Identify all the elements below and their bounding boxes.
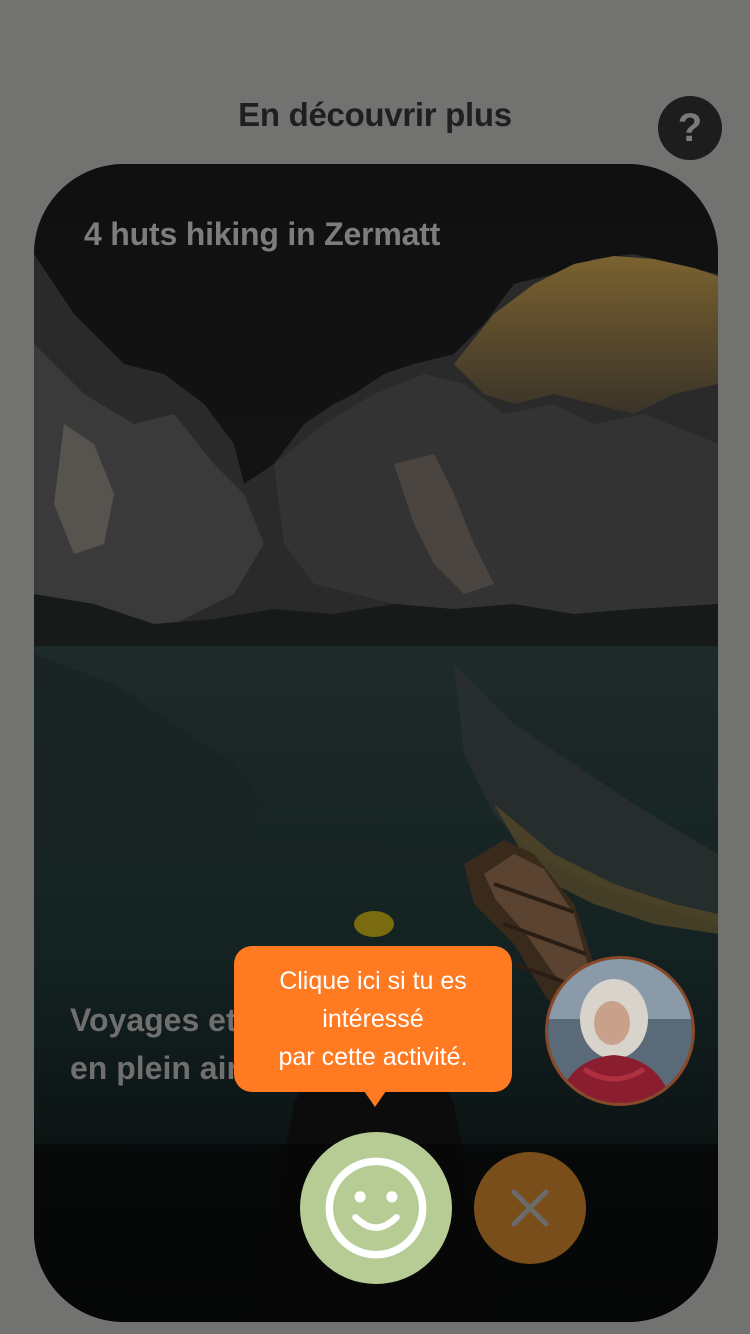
tooltip-line-2: intéressé [322, 1005, 424, 1033]
dismiss-button[interactable] [474, 1152, 586, 1264]
tooltip: Clique ici si tu es intéressé par cette … [234, 946, 512, 1092]
question-mark-icon: ? [677, 106, 703, 150]
tooltip-line-3: par cette activité. [278, 1043, 468, 1071]
page-title: En découvrir plus [238, 96, 512, 133]
host-avatar[interactable] [545, 956, 695, 1106]
tooltip-line-1: Clique ici si tu es [279, 967, 467, 995]
like-button[interactable] [300, 1132, 452, 1284]
close-icon [511, 1189, 549, 1227]
tooltip-arrow [364, 1091, 386, 1107]
smiley-icon [325, 1157, 427, 1259]
help-button[interactable]: ? [658, 96, 722, 160]
card-tagline-line-1: Voyages et activités [70, 1002, 260, 1038]
card-tagline-line-2: en plein air [70, 1050, 239, 1086]
card-tagline: Voyages et activités en plein air [70, 996, 260, 1092]
host-portrait [548, 959, 692, 1103]
card-title: 4 huts hiking in Zermatt [84, 216, 441, 252]
